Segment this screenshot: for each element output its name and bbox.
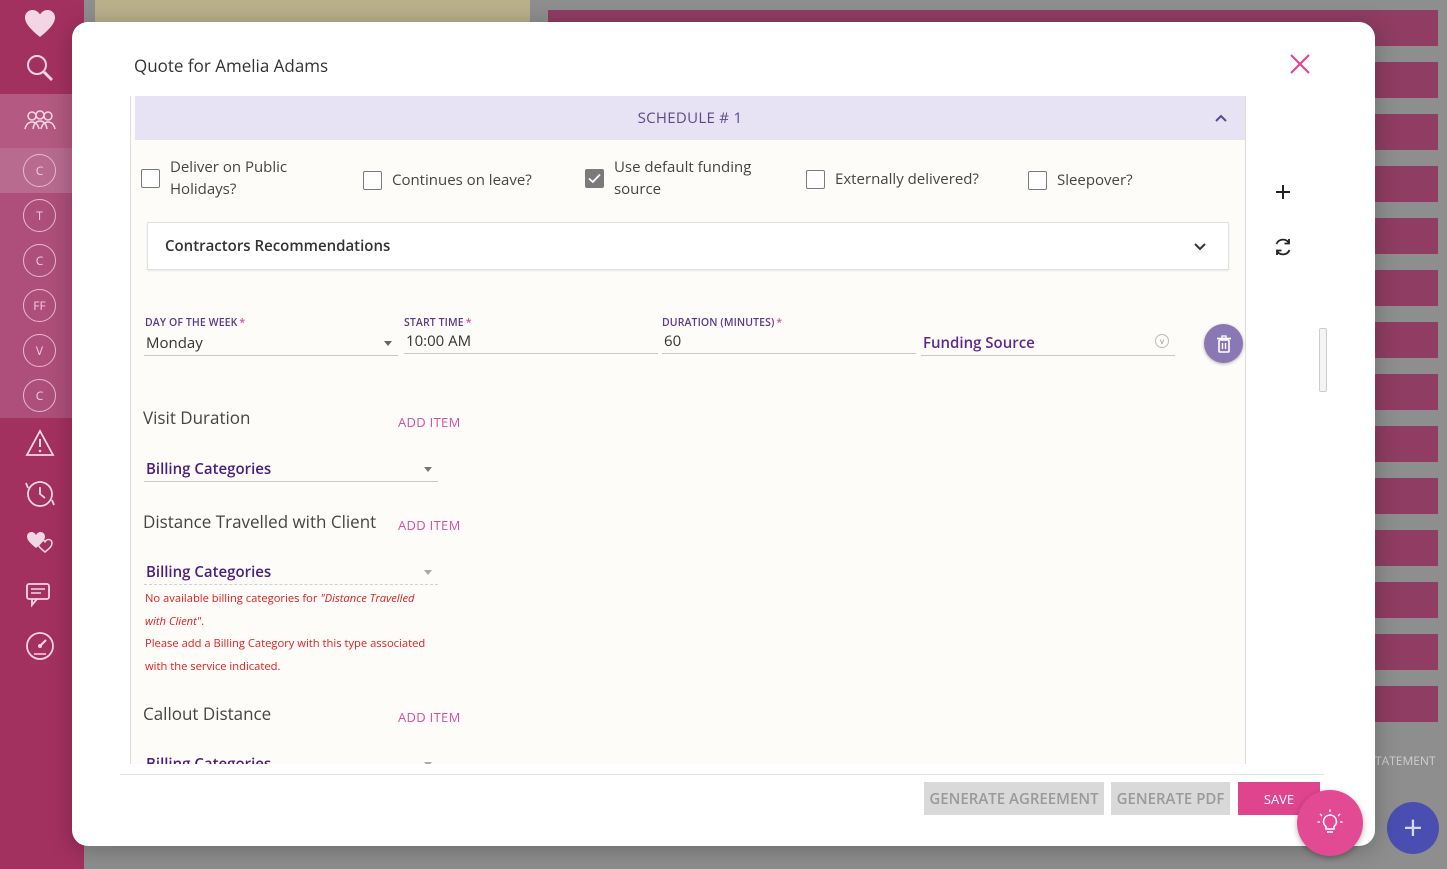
chevron-down-icon[interactable] xyxy=(1192,239,1208,255)
sidebar-client-6[interactable]: C xyxy=(23,379,56,412)
start-time-input[interactable]: 10:00 AM xyxy=(404,328,658,354)
close-icon xyxy=(1290,54,1310,74)
checkbox-box[interactable] xyxy=(363,170,382,190)
callout-distance-title: Callout Distance xyxy=(143,702,272,725)
sidebar-client-2[interactable]: T xyxy=(23,199,56,232)
distance-travelled-title: Distance Travelled with Client xyxy=(143,510,377,533)
modal-title: Quote for Amelia Adams xyxy=(134,54,329,77)
trash-icon xyxy=(1216,334,1231,353)
background-statement-label: TATEMENT xyxy=(1375,752,1436,769)
checkbox-box[interactable] xyxy=(806,169,825,189)
dropdown-arrow-icon xyxy=(384,341,392,346)
schedule-header[interactable]: SCHEDULE # 1 xyxy=(135,96,1245,140)
contractors-recommendations-panel[interactable]: Contractors Recommendations xyxy=(147,222,1229,270)
deliver-public-holidays-checkbox[interactable]: Deliver on Public Holidays? xyxy=(141,156,287,200)
funding-source-select[interactable]: Funding Source v xyxy=(921,330,1175,356)
delete-schedule-button[interactable] xyxy=(1204,324,1243,363)
messages-icon[interactable] xyxy=(20,575,60,615)
billing-error-message: No available billing categories for "Dis… xyxy=(145,591,426,674)
info-circle-icon: v xyxy=(1155,334,1169,348)
search-icon[interactable] xyxy=(20,48,60,88)
heart-logo-icon[interactable] xyxy=(20,4,60,44)
use-default-funding-checkbox[interactable]: Use default funding source xyxy=(585,156,751,200)
visit-duration-title: Visit Duration xyxy=(143,406,251,429)
sidebar-client-1[interactable]: C xyxy=(23,154,56,187)
clock-sync-icon[interactable] xyxy=(20,474,60,514)
billing-categories-value: Billing Categories xyxy=(146,561,272,582)
refresh-button[interactable] xyxy=(1272,236,1294,258)
hearts-icon[interactable] xyxy=(20,523,60,563)
day-of-week-label: DAY OF THE WEEK * xyxy=(145,316,246,330)
visit-duration-billing-select[interactable]: Billing Categories xyxy=(144,456,438,482)
callout-distance-billing-select[interactable]: Billing Categories xyxy=(144,751,438,764)
duration-input[interactable]: 60 xyxy=(662,328,916,354)
continues-on-leave-checkbox[interactable]: Continues on leave? xyxy=(363,169,532,191)
day-of-week-select[interactable]: Monday xyxy=(144,330,398,356)
start-time-value: 10:00 AM xyxy=(406,330,472,351)
schedule-content[interactable]: SCHEDULE # 1 Deliver on Public Holidays? … xyxy=(130,96,1246,764)
sidebar-client-4[interactable]: FF xyxy=(23,289,56,322)
warning-icon[interactable] xyxy=(20,423,60,463)
sleepover-checkbox[interactable]: Sleepover? xyxy=(1028,169,1133,191)
generate-pdf-button[interactable]: GENERATE PDF xyxy=(1111,782,1230,815)
dropdown-arrow-icon xyxy=(424,762,432,764)
checkbox-label: Externally delivered? xyxy=(835,169,979,189)
distance-travelled-billing-select[interactable]: Billing Categories xyxy=(144,559,438,585)
externally-delivered-checkbox[interactable]: Externally delivered? xyxy=(806,168,979,190)
checkmark-icon xyxy=(588,173,601,183)
background-panel xyxy=(95,0,530,22)
checkbox-label: Deliver on Public Holidays? xyxy=(170,157,288,199)
refresh-icon xyxy=(1275,238,1291,256)
checkbox-label: Continues on leave? xyxy=(392,170,532,190)
dashboard-gauge-icon[interactable] xyxy=(20,626,60,666)
sidebar-client-5[interactable]: V xyxy=(23,334,56,367)
duration-value: 60 xyxy=(664,330,682,351)
billing-categories-value: Billing Categories xyxy=(146,458,272,479)
close-button[interactable] xyxy=(1286,50,1314,78)
lightbulb-icon xyxy=(1317,809,1343,833)
funding-source-value: Funding Source xyxy=(923,332,1035,353)
generate-agreement-button[interactable]: GENERATE AGREEMENT xyxy=(924,782,1104,815)
checkbox-label: Use default funding source xyxy=(614,157,752,199)
people-icon[interactable] xyxy=(20,101,60,141)
distance-travelled-add-item-link[interactable]: ADD ITEM xyxy=(398,516,461,534)
footer-divider xyxy=(120,774,1324,775)
content-scrollbar[interactable] xyxy=(1319,328,1327,392)
day-of-week-value: Monday xyxy=(146,332,203,353)
billing-categories-value: Billing Categories xyxy=(146,753,272,765)
dropdown-arrow-icon xyxy=(424,467,432,472)
quote-modal: Quote for Amelia Adams SCHEDULE # 1 Deli… xyxy=(72,22,1375,846)
background-add-button[interactable]: + xyxy=(1387,802,1439,854)
add-schedule-button[interactable] xyxy=(1271,180,1295,204)
sidebar-client-3[interactable]: C xyxy=(23,244,56,277)
dropdown-arrow-icon xyxy=(424,570,432,575)
visit-duration-add-item-link[interactable]: ADD ITEM xyxy=(398,413,461,431)
schedule-title: SCHEDULE # 1 xyxy=(637,108,743,128)
checkbox-label: Sleepover? xyxy=(1057,170,1133,190)
callout-distance-add-item-link[interactable]: ADD ITEM xyxy=(398,708,461,726)
checkbox-box[interactable] xyxy=(141,168,160,188)
chevron-up-icon[interactable] xyxy=(1213,110,1229,126)
plus-icon xyxy=(1276,185,1290,199)
schedule-options: Deliver on Public Holidays? Continues on … xyxy=(141,156,1241,206)
help-tips-button[interactable] xyxy=(1297,790,1363,856)
contractors-title: Contractors Recommendations xyxy=(165,236,391,256)
checkbox-box[interactable] xyxy=(1028,170,1047,190)
checkbox-box-checked[interactable] xyxy=(585,168,604,188)
